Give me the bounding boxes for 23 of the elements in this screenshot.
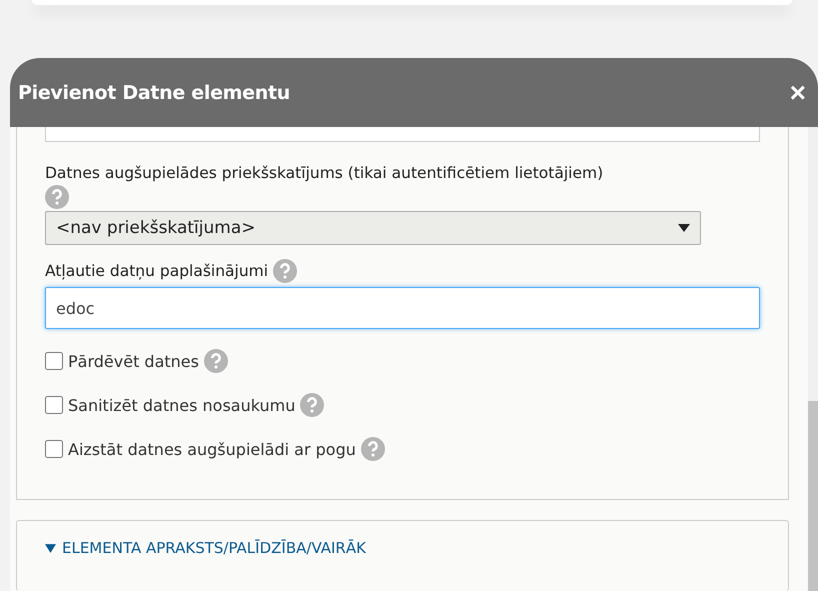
close-button[interactable]: × <box>788 78 808 106</box>
field-label: Atļautie datņu paplašinājumi <box>45 262 268 280</box>
checkbox-label: Pārdēvēt datnes <box>68 352 199 370</box>
help-icon[interactable] <box>360 437 385 461</box>
checkbox-label: Aizstāt datnes augšupielādi ar pogu <box>68 440 356 458</box>
field-label: Datnes augšupielādes priekšskatījums (tikai autentificētiem lietotājiem) <box>45 164 604 182</box>
input-field[interactable] <box>45 127 760 142</box>
checkbox-label: Sanitizēt datnes nosaukumu <box>68 396 296 414</box>
scrollbar-thumb[interactable] <box>808 401 818 591</box>
help-icon[interactable] <box>300 393 324 417</box>
help-icon[interactable] <box>45 185 69 209</box>
checkbox[interactable] <box>45 440 63 458</box>
help-icon[interactable] <box>204 349 228 373</box>
checkbox[interactable] <box>45 352 63 370</box>
scrollbar[interactable] <box>808 127 818 591</box>
caret-icon <box>678 224 690 232</box>
dialog-title: Pievienot Datne elementu <box>18 82 290 104</box>
extensions-input[interactable]: edoc <box>45 287 760 329</box>
help-icon[interactable] <box>273 259 298 283</box>
preview-select[interactable]: <nav priekšskatījuma> <box>45 211 701 245</box>
details-toggle[interactable]: ELEMENTA APRAKSTS/PALĪDZĪBA/VAIRĀK <box>45 539 760 557</box>
caret-down-icon <box>45 542 56 554</box>
checkbox[interactable] <box>45 396 63 414</box>
